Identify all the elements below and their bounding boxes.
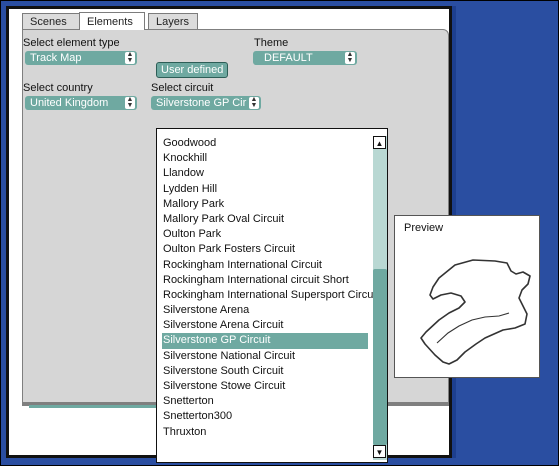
tab-scenes[interactable]: Scenes: [22, 13, 80, 29]
select-arrows-icon: ▲ ▼: [125, 51, 135, 64]
circuit-option[interactable]: Silverstone Stowe Circuit: [162, 379, 368, 394]
circuit-option[interactable]: Mallory Park Oval Circuit: [162, 212, 368, 227]
theme-select[interactable]: DEFAULT ▲ ▼: [253, 51, 357, 65]
scroll-down-icon[interactable]: ▼: [373, 445, 386, 458]
element-type-label: Select element type: [23, 37, 120, 49]
circuit-value: Silverstone GP Cir: [156, 97, 247, 109]
theme-label: Theme: [254, 37, 289, 49]
circuit-label: Select circuit: [151, 82, 214, 94]
track-map-preview: [420, 259, 531, 365]
tab-elements[interactable]: Elements: [79, 12, 145, 30]
track-preview-panel: Preview: [394, 215, 540, 378]
scroll-up-icon[interactable]: ▲: [373, 136, 386, 149]
circuit-option[interactable]: Snetterton: [162, 394, 368, 409]
circuit-option[interactable]: Knockhill: [162, 151, 368, 166]
country-value: United Kingdom: [30, 97, 109, 109]
circuit-option[interactable]: Oulton Park: [162, 227, 368, 242]
circuit-option[interactable]: Llandow: [162, 166, 368, 181]
circuit-option[interactable]: Silverstone South Circuit: [162, 364, 368, 379]
circuit-option[interactable]: Silverstone GP Circuit: [162, 333, 368, 349]
circuit-option[interactable]: Oulton Park Fosters Circuit: [162, 242, 368, 257]
select-arrows-icon: ▲ ▼: [345, 51, 355, 64]
circuit-option[interactable]: Silverstone National Circuit: [162, 349, 368, 364]
circuit-option[interactable]: Silverstone Arena Circuit: [162, 318, 368, 333]
circuit-option[interactable]: Rockingham International Circuit: [162, 258, 368, 273]
element-type-select[interactable]: Track Map ▲ ▼: [25, 51, 137, 65]
country-select[interactable]: United Kingdom ▲ ▼: [25, 96, 137, 110]
circuit-option[interactable]: Rockingham International circuit Short: [162, 273, 368, 288]
circuit-option[interactable]: Rockingham International Supersport Circ…: [162, 288, 379, 303]
circuit-option[interactable]: Lydden Hill: [162, 182, 368, 197]
circuit-select[interactable]: Silverstone GP Cir ▲ ▼: [151, 96, 261, 110]
scrollbar-thumb[interactable]: [373, 269, 387, 445]
circuit-option[interactable]: Mallory Park: [162, 197, 368, 212]
circuit-option[interactable]: Snetterton300: [162, 409, 368, 424]
element-type-value: Track Map: [30, 52, 82, 64]
select-arrows-icon: ▲ ▼: [125, 96, 135, 109]
select-arrows-icon: ▲ ▼: [249, 96, 259, 109]
theme-value: DEFAULT: [264, 52, 313, 64]
circuit-options: Goodwood Knockhill Llandow Lydden Hill Mallo…: [162, 136, 379, 440]
circuit-dropdown-list[interactable]: Goodwood Knockhill Llandow Lydden Hill Mallo…: [156, 128, 388, 463]
user-defined-button[interactable]: User defined: [156, 62, 229, 78]
circuit-option[interactable]: Thruxton: [162, 425, 368, 440]
country-label: Select country: [23, 82, 93, 94]
tab-layers[interactable]: Layers: [148, 13, 198, 29]
circuit-option[interactable]: Silverstone Arena: [162, 303, 368, 318]
circuit-option[interactable]: Goodwood: [162, 136, 368, 151]
